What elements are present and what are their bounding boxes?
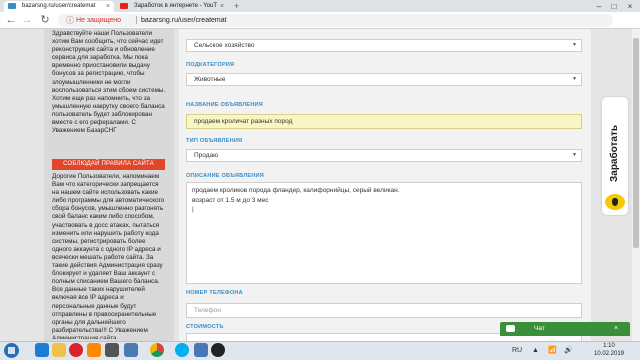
tab-bazarsng[interactable]: bazarsng.ru/user/createmat (4, 1, 114, 12)
phone-placeholder: Телефон (194, 307, 221, 314)
category-select[interactable]: Сельское хозяйство ▼ (186, 39, 582, 52)
media-icon[interactable] (87, 343, 101, 357)
tab-title: bazarsng.ru/user/createmat (22, 3, 96, 9)
title-input[interactable]: продаем кроличат разных пород (186, 114, 582, 129)
scrollbar-thumb[interactable] (633, 38, 639, 248)
bandicam-icon[interactable] (211, 343, 225, 357)
chat-icon (506, 325, 515, 332)
page-icon (8, 3, 16, 9)
notice-text: Здравствуйте наши Пользователи хотим Вам… (52, 30, 166, 135)
network-icon[interactable]: 📶 (548, 346, 557, 355)
window-icon[interactable] (124, 343, 138, 357)
new-tab-button[interactable]: + (234, 1, 239, 12)
ie-icon[interactable] (35, 343, 49, 357)
maximize-button[interactable]: □ (607, 1, 621, 12)
description-label: ОПИСАНИЕ ОБЪЯВЛЕНИЯ (186, 173, 264, 179)
folder-icon[interactable] (52, 343, 66, 357)
subcategory-value: Животные (194, 76, 226, 83)
phone-label: НОМЕР ТЕЛЕФОНА (186, 290, 243, 296)
phone-input[interactable]: Телефон (186, 303, 582, 318)
language-indicator[interactable]: RU (512, 346, 522, 355)
chevron-down-icon: ▼ (572, 152, 577, 158)
info-icon[interactable]: ⓘ (66, 15, 74, 26)
type-select[interactable]: Продаю ▼ (186, 149, 582, 162)
minimize-button[interactable]: – (592, 1, 606, 12)
title-label: НАЗВАНИЕ ОБЪЯВЛЕНИЯ (186, 102, 263, 108)
volume-icon[interactable]: 🔊 (564, 346, 573, 355)
description-line: продаем кроликов порода фландер, калифор… (192, 187, 400, 194)
clock-time: 1:10 (603, 343, 615, 349)
close-window-button[interactable]: × (623, 1, 637, 12)
clock-date: 10.02.2019 (593, 351, 625, 357)
clock[interactable]: 1:10 10.02.2019 (584, 342, 634, 358)
url-text[interactable]: bazarsng.ru/user/createmat (141, 15, 227, 26)
rules-text: Дорогие Пользователи, напоминаем Вам что… (52, 173, 165, 339)
back-button[interactable]: ← (4, 13, 18, 27)
reload-button[interactable]: ↻ (38, 13, 52, 27)
opera-icon[interactable] (69, 343, 83, 357)
divider (136, 16, 137, 24)
chrome-icon[interactable] (150, 343, 164, 357)
security-status[interactable]: Не защищено (76, 15, 121, 26)
skype-icon[interactable] (175, 343, 189, 357)
type-label: ТИП ОБЪЯВЛЕНИЯ (186, 138, 243, 144)
description-line: возраст от 1.5 м до 3 мес (192, 197, 269, 204)
tab-close-icon[interactable]: × (220, 1, 224, 12)
tab-title: Заработок в интернете - YouT (134, 3, 218, 9)
subcategory-select[interactable]: Животные ▼ (186, 73, 582, 86)
subcategory-label: ПОДКАТЕГОРИЯ (186, 62, 235, 68)
category-value: Сельское хозяйство (194, 42, 255, 49)
chevron-down-icon: ▼ (572, 42, 577, 48)
price-label: СТОИМОСТЬ (186, 324, 224, 330)
youtube-icon (120, 3, 128, 9)
show-hidden-icon[interactable]: ▲ (532, 346, 539, 355)
earn-label[interactable]: Заработать (603, 118, 627, 188)
tab-youtube[interactable]: Заработок в интернете - YouT (116, 1, 226, 12)
chevron-down-icon: ▼ (572, 76, 577, 82)
chat-label: Чат (534, 325, 545, 332)
text-cursor: | (192, 206, 194, 213)
word-icon[interactable] (194, 343, 208, 357)
type-value: Продаю (194, 152, 219, 159)
forward-button[interactable]: → (20, 13, 34, 27)
windows-logo-icon (8, 347, 15, 354)
chat-close-icon[interactable]: × (614, 322, 618, 336)
media-player-icon[interactable] (105, 343, 119, 357)
rules-button[interactable]: СОБЛЮДАЙ ПРАВИЛА САЙТА (52, 159, 165, 170)
earn-logo-mark (612, 198, 618, 206)
chat-widget[interactable]: Чат (500, 322, 630, 336)
tab-close-icon[interactable]: × (106, 1, 110, 12)
